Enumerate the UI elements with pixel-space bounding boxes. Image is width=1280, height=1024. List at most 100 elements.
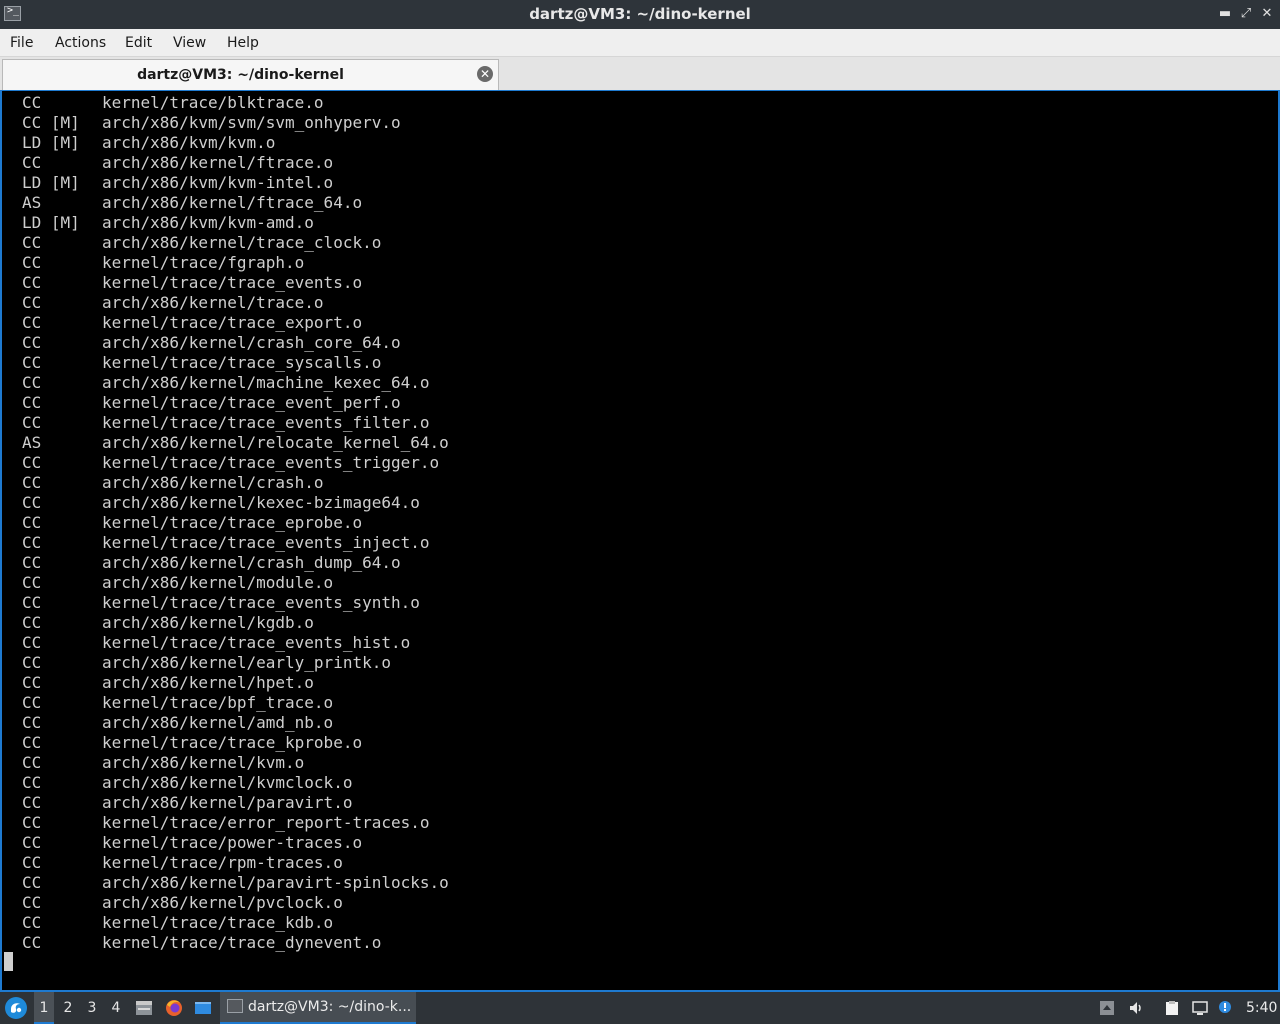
build-object-path: arch/x86/kernel/hpet.o — [102, 673, 314, 692]
terminal-line: CC arch/x86/kernel/crash_core_64.o — [22, 333, 449, 353]
workspace-2[interactable]: 2 — [58, 992, 78, 1024]
firefox-icon[interactable] — [165, 999, 183, 1017]
terminal-line: CC arch/x86/kernel/ftrace.o — [22, 153, 449, 173]
terminal-output[interactable]: CC kernel/trace/blktrace.o CC [M] arch/x86/… — [0, 90, 1280, 992]
terminal-line: CC kernel/trace/trace_dynevent.o — [22, 933, 449, 953]
terminal-line: CC kernel/trace/trace_kdb.o — [22, 913, 449, 933]
terminal-lines: CC kernel/trace/blktrace.o CC [M] arch/x86/… — [22, 93, 449, 953]
terminal-line: CC kernel/trace/bpf_trace.o — [22, 693, 449, 713]
notification-icon[interactable] — [1217, 1000, 1233, 1016]
terminal-line: CC arch/x86/kernel/hpet.o — [22, 673, 449, 693]
build-step-tag: CC — [22, 633, 42, 652]
task-label: dartz@VM3: ~/dino-k... — [248, 999, 412, 1015]
build-object-path: kernel/trace/error_report-traces.o — [102, 813, 430, 832]
menu-actions[interactable]: Actions — [55, 29, 106, 57]
build-step-tag: AS — [22, 433, 42, 452]
terminal-line: CC kernel/trace/rpm-traces.o — [22, 853, 449, 873]
terminal-line: CC arch/x86/kernel/amd_nb.o — [22, 713, 449, 733]
build-object-path: arch/x86/kernel/machine_kexec_64.o — [102, 373, 430, 392]
build-step-tag: CC — [22, 553, 42, 572]
terminal-line: CC arch/x86/kernel/crash.o — [22, 473, 449, 493]
build-step-tag: CC — [22, 273, 42, 292]
terminal-task-icon — [227, 999, 243, 1013]
terminal-line: CC kernel/trace/trace_export.o — [22, 313, 449, 333]
build-step-tag: CC — [22, 513, 42, 532]
terminal-line: LD [M] arch/x86/kvm/kvm-amd.o — [22, 213, 449, 233]
volume-icon[interactable] — [1128, 1000, 1144, 1016]
terminal-line: CC kernel/trace/trace_kprobe.o — [22, 733, 449, 753]
maximize-button[interactable]: ⤢ — [1237, 5, 1255, 23]
build-object-path: arch/x86/kernel/relocate_kernel_64.o — [102, 433, 449, 452]
terminal-line: CC arch/x86/kernel/paravirt-spinlocks.o — [22, 873, 449, 893]
workspace-4[interactable]: 4 — [106, 992, 126, 1024]
build-object-path: kernel/trace/rpm-traces.o — [102, 853, 343, 872]
taskbar-terminal-task[interactable]: dartz@VM3: ~/dino-k... — [220, 992, 416, 1024]
terminal-line: CC kernel/trace/trace_syscalls.o — [22, 353, 449, 373]
terminal-line: CC kernel/trace/trace_events_hist.o — [22, 633, 449, 653]
menu-help[interactable]: Help — [227, 29, 259, 57]
close-button[interactable]: ✕ — [1258, 5, 1276, 23]
build-step-tag: CC — [22, 153, 42, 172]
tab-close-icon[interactable]: ✕ — [477, 66, 493, 82]
build-object-path: kernel/trace/trace_event_perf.o — [102, 393, 401, 412]
build-object-path: arch/x86/kernel/crash_core_64.o — [102, 333, 401, 352]
build-step-tag: CC — [22, 353, 42, 372]
terminal-line: CC kernel/trace/power-traces.o — [22, 833, 449, 853]
build-object-path: arch/x86/kernel/module.o — [102, 573, 334, 592]
build-object-path: arch/x86/kernel/kexec-bzimage64.o — [102, 493, 420, 512]
terminal-line: CC arch/x86/kernel/early_printk.o — [22, 653, 449, 673]
build-object-path: kernel/trace/trace_eprobe.o — [102, 513, 363, 532]
build-step-tag: LD [M] — [22, 133, 80, 152]
window-titlebar: >_ dartz@VM3: ~/dino-kernel ▬ ⤢ ✕ — [0, 0, 1280, 29]
build-object-path: arch/x86/kernel/paravirt-spinlocks.o — [102, 873, 449, 892]
build-object-path: arch/x86/kernel/amd_nb.o — [102, 713, 334, 732]
show-desktop-icon[interactable] — [194, 999, 212, 1017]
build-step-tag: CC — [22, 593, 42, 612]
menu-edit[interactable]: Edit — [125, 29, 152, 57]
start-menu-icon[interactable] — [5, 997, 27, 1019]
build-object-path: kernel/trace/trace_kprobe.o — [102, 733, 363, 752]
build-object-path: arch/x86/kernel/early_printk.o — [102, 653, 391, 672]
workspace-3[interactable]: 3 — [82, 992, 102, 1024]
build-object-path: kernel/trace/trace_events_hist.o — [102, 633, 411, 652]
menu-file[interactable]: File — [10, 29, 33, 57]
build-object-path: arch/x86/kernel/kvm.o — [102, 753, 305, 772]
build-step-tag: CC — [22, 813, 42, 832]
menu-view[interactable]: View — [173, 29, 206, 57]
tray-up-icon[interactable] — [1099, 1000, 1115, 1016]
terminal-line: CC arch/x86/kernel/kvmclock.o — [22, 773, 449, 793]
terminal-line: CC kernel/trace/trace_events.o — [22, 273, 449, 293]
file-manager-icon[interactable] — [135, 999, 153, 1017]
build-object-path: kernel/trace/trace_syscalls.o — [102, 353, 382, 372]
tab-label: dartz@VM3: ~/dino-kernel — [137, 67, 344, 83]
terminal-line: CC kernel/trace/blktrace.o — [22, 93, 449, 113]
build-step-tag: CC — [22, 873, 42, 892]
terminal-line: AS arch/x86/kernel/ftrace_64.o — [22, 193, 449, 213]
terminal-line: CC kernel/trace/fgraph.o — [22, 253, 449, 273]
taskbar-clock: 5:40 — [1246, 1000, 1278, 1016]
terminal-tab[interactable]: dartz@VM3: ~/dino-kernel ✕ — [2, 59, 499, 90]
build-step-tag: CC — [22, 753, 42, 772]
terminal-line: CC arch/x86/kernel/pvclock.o — [22, 893, 449, 913]
build-object-path: kernel/trace/trace_events_inject.o — [102, 533, 430, 552]
build-step-tag: CC — [22, 253, 42, 272]
build-step-tag: AS — [22, 193, 42, 212]
build-object-path: arch/x86/kernel/crash_dump_64.o — [102, 553, 401, 572]
clipboard-icon[interactable] — [1164, 1000, 1180, 1016]
build-step-tag: CC — [22, 473, 42, 492]
build-object-path: kernel/trace/trace_events_synth.o — [102, 593, 420, 612]
workspace-1[interactable]: 1 — [34, 992, 54, 1024]
build-object-path: arch/x86/kernel/kgdb.o — [102, 613, 314, 632]
build-object-path: arch/x86/kernel/pvclock.o — [102, 893, 343, 912]
build-step-tag: CC — [22, 853, 42, 872]
build-object-path: arch/x86/kvm/kvm-intel.o — [102, 173, 334, 192]
build-object-path: arch/x86/kernel/crash.o — [102, 473, 324, 492]
terminal-line: CC kernel/trace/trace_events_filter.o — [22, 413, 449, 433]
build-step-tag: CC [M] — [22, 113, 80, 132]
terminal-line: CC kernel/trace/trace_event_perf.o — [22, 393, 449, 413]
build-step-tag: CC — [22, 773, 42, 792]
build-step-tag: CC — [22, 793, 42, 812]
terminal-line: CC arch/x86/kernel/crash_dump_64.o — [22, 553, 449, 573]
minimize-button[interactable]: ▬ — [1216, 5, 1234, 23]
network-icon[interactable] — [1192, 1000, 1208, 1016]
